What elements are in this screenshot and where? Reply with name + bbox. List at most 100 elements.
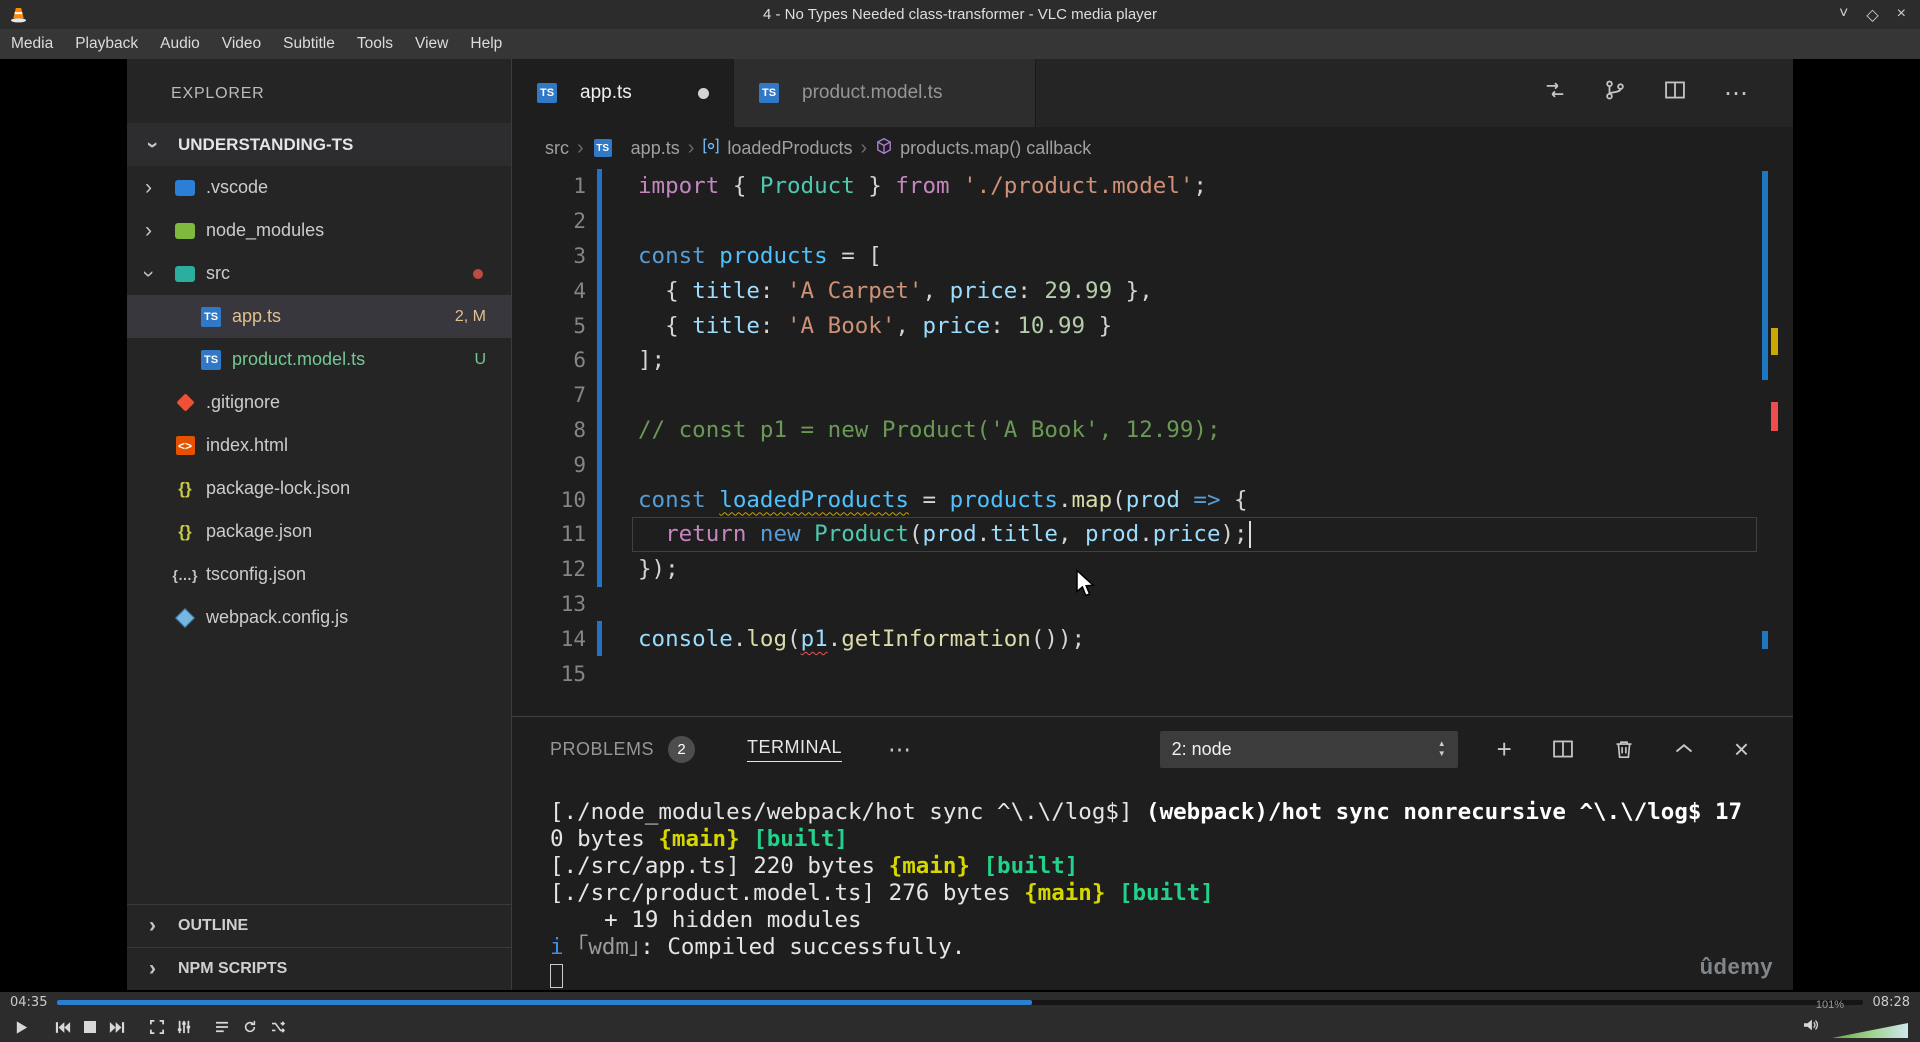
tree-item-.gitignore[interactable]: .gitignore: [127, 381, 511, 424]
tree-item-tsconfig.json[interactable]: {…} tsconfig.json: [127, 553, 511, 596]
code-line-5[interactable]: 5 { title: 'A Book', price: 10.99 }: [512, 308, 1793, 343]
ruler-mark-modified: [1762, 171, 1768, 380]
next-button[interactable]: [104, 1014, 130, 1040]
tree-item-product.model.ts[interactable]: TS product.model.ts U: [127, 338, 511, 381]
stop-button[interactable]: [77, 1014, 103, 1040]
gutter-indicator: [586, 169, 638, 204]
code-line-12[interactable]: 12});: [512, 551, 1793, 587]
line-number: 4: [573, 278, 586, 303]
new-terminal-button[interactable]: +: [1497, 734, 1512, 765]
breadcrumb[interactable]: src › TS app.ts › loadedProducts › products.map…: [512, 127, 1793, 169]
tree-item-label: .vscode: [206, 177, 269, 197]
text-cursor: [1248, 520, 1252, 548]
minimize-button[interactable]: ˅: [1839, 5, 1848, 25]
panel-more-icon[interactable]: ⋯: [888, 736, 911, 763]
tree-item-package-lock.json[interactable]: {} package-lock.json: [127, 467, 511, 510]
source-control-button[interactable]: [1604, 79, 1626, 108]
breadcrumb-item-2[interactable]: loadedProducts: [702, 137, 852, 160]
tree-item-webpack.config.js[interactable]: webpack.config.js: [127, 596, 511, 639]
seek-slider[interactable]: [57, 999, 1863, 1005]
editor-more-actions-button[interactable]: ⋯: [1724, 79, 1748, 108]
code-line-1[interactable]: 1 import { Product } from './product.mode…: [512, 169, 1793, 204]
chevron-right-icon: ›: [149, 914, 156, 937]
breadcrumb-item-3[interactable]: products.map() callback: [875, 137, 1091, 160]
total-time: 08:28: [1872, 994, 1910, 1010]
code-line-8[interactable]: 8 // const p1 = new Product('A Book', 12.…: [512, 412, 1793, 448]
menu-subtitle[interactable]: Subtitle: [272, 35, 346, 53]
tree-item-index.html[interactable]: <> index.html: [127, 424, 511, 467]
extended-settings-button[interactable]: [171, 1014, 197, 1040]
tab-terminal[interactable]: TERMINAL: [747, 737, 843, 762]
code-line-9[interactable]: 9: [512, 447, 1793, 482]
code-line-15[interactable]: 15: [512, 656, 1793, 691]
gutter-indicator: [586, 342, 638, 378]
play-button[interactable]: [8, 1014, 34, 1040]
gutter-indicator: [586, 621, 638, 656]
random-button[interactable]: [265, 1014, 291, 1040]
editor-tabbar: TS app.ts TS product.model.ts ⋯: [512, 59, 1793, 127]
code-line-7[interactable]: 7: [512, 377, 1793, 413]
code-line-13[interactable]: 13: [512, 587, 1793, 622]
split-terminal-button[interactable]: [1552, 738, 1574, 760]
section-npm-scripts[interactable]: › NPM SCRIPTS: [127, 947, 511, 990]
fullscreen-button[interactable]: [144, 1014, 170, 1040]
menu-help[interactable]: Help: [459, 35, 513, 53]
breadcrumb-item-1[interactable]: TS app.ts: [592, 137, 680, 159]
tree-chevron-icon: ›: [137, 270, 161, 277]
tabs-container: TS app.ts TS product.model.ts: [512, 59, 1036, 127]
gutter-indicator: [586, 308, 638, 343]
code-area[interactable]: 1 import { Product } from './product.mode…: [512, 169, 1793, 716]
video-area[interactable]: EXPLORER › UNDERSTANDING-TS › .vscode › nod…: [0, 59, 1920, 992]
tree-item-src[interactable]: › src: [127, 252, 511, 295]
terminal-output[interactable]: [./node_modules/webpack/hot sync ^\.\/lo…: [512, 781, 1793, 988]
code-line-4[interactable]: 4 { title: 'A Carpet', price: 29.99 },: [512, 273, 1793, 308]
open-changes-button[interactable]: [1544, 79, 1566, 108]
elapsed-time: 04:35: [10, 994, 48, 1010]
code-line-10[interactable]: 10 const loadedProducts = products. map(pr…: [512, 482, 1793, 517]
terminal-select[interactable]: 2: node ▲ ▼: [1159, 730, 1458, 768]
workspace-header[interactable]: › UNDERSTANDING-TS: [127, 123, 511, 166]
tab-label: app.ts: [580, 82, 632, 103]
code-line-6[interactable]: 6];: [512, 342, 1793, 378]
menu-video[interactable]: Video: [211, 35, 272, 53]
line-number: 12: [560, 557, 586, 582]
code-line-11[interactable]: 11 return new Product(prod. title, prod. p…: [512, 516, 1793, 552]
html-file-icon: <>: [175, 436, 195, 455]
kill-terminal-button[interactable]: [1614, 738, 1634, 760]
playlist-button[interactable]: [209, 1014, 235, 1040]
menu-playback[interactable]: Playback: [64, 35, 149, 53]
split-editor-button[interactable]: [1664, 79, 1686, 108]
tree-item-app.ts[interactable]: TS app.ts 2, M: [127, 295, 511, 338]
code-line-14[interactable]: 14 console. log(p1. getInformation ());: [512, 621, 1793, 656]
loop-button[interactable]: [237, 1014, 263, 1040]
code-line-3[interactable]: 3 const products = [: [512, 238, 1793, 274]
node-modules-folder-icon: [174, 220, 196, 242]
code-line-2[interactable]: 2: [512, 203, 1793, 239]
menu-audio[interactable]: Audio: [149, 35, 211, 53]
tab-problems[interactable]: PROBLEMS: [550, 739, 654, 760]
breadcrumb-label: src: [545, 137, 569, 158]
menu-tools[interactable]: Tools: [346, 35, 404, 53]
close-button[interactable]: ×: [1897, 5, 1906, 25]
tab-product.model.ts[interactable]: TS product.model.ts: [734, 59, 1036, 127]
menu-media[interactable]: Media: [0, 35, 64, 53]
previous-button[interactable]: [50, 1014, 76, 1040]
maximize-panel-button[interactable]: [1674, 739, 1694, 759]
code-text: const products = [: [638, 242, 882, 269]
tree-item-.vscode[interactable]: › .vscode: [127, 166, 511, 209]
symbol-method-icon: [875, 137, 893, 160]
close-panel-button[interactable]: ×: [1734, 734, 1749, 765]
mouse-cursor: [1075, 568, 1097, 604]
panel-actions: + ×: [1497, 734, 1749, 765]
menu-view[interactable]: View: [404, 35, 459, 53]
tree-item-package.json[interactable]: {} package.json: [127, 510, 511, 553]
volume-slider[interactable]: [1832, 1023, 1908, 1038]
breadcrumb-item-0[interactable]: src: [545, 138, 569, 159]
sidebar-bottom-sections: › OUTLINE › NPM SCRIPTS: [127, 904, 511, 990]
tree-item-node_modules[interactable]: › node_modules: [127, 209, 511, 252]
tab-app.ts[interactable]: TS app.ts: [512, 59, 734, 127]
section-outline[interactable]: › OUTLINE: [127, 904, 511, 947]
vlc-logo-icon: [10, 7, 27, 23]
mute-button[interactable]: [1798, 1012, 1824, 1038]
maximize-button[interactable]: ◇: [1866, 5, 1878, 25]
